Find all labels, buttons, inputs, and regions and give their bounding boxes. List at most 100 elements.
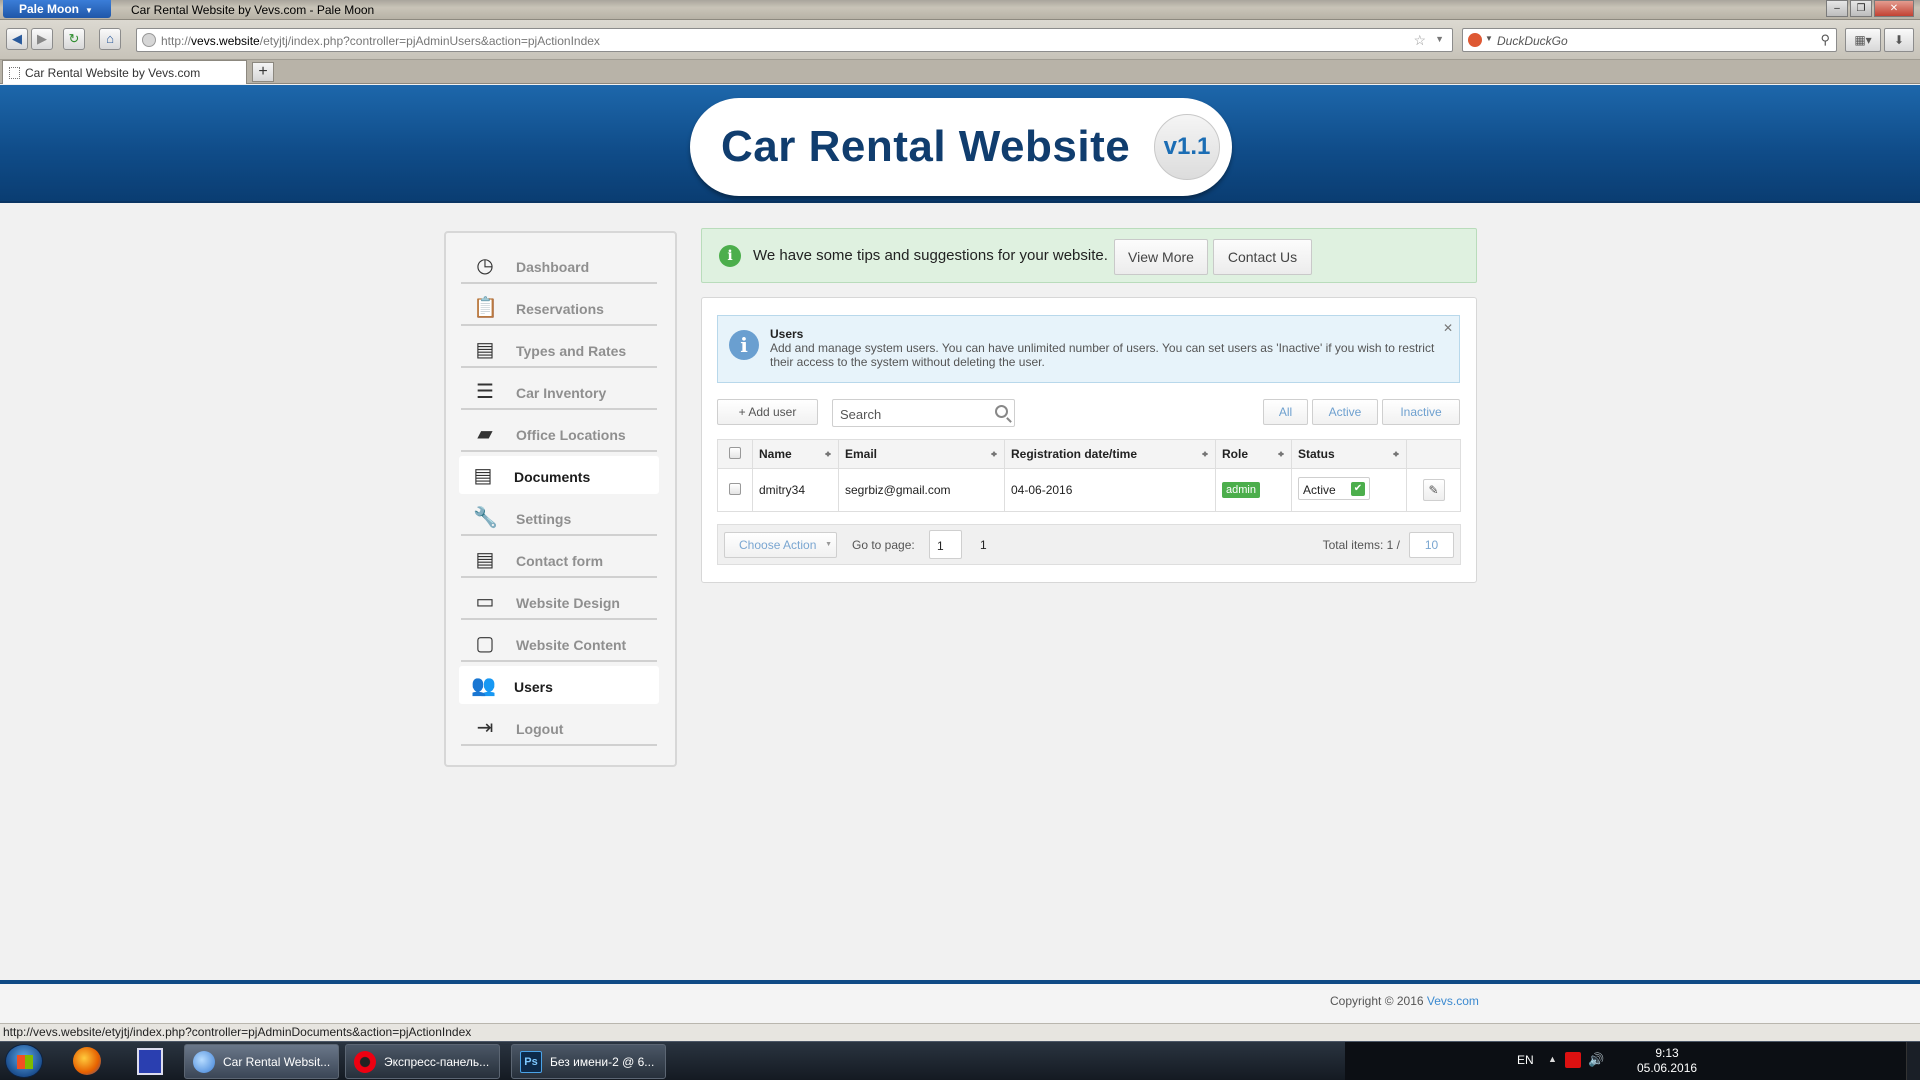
monitor-icon: ▭ (475, 591, 495, 613)
home-button[interactable]: ⌂ (99, 28, 121, 50)
floppy-pinned-icon[interactable] (126, 1044, 172, 1078)
url-text: http://vevs.website/etyjtj/index.php?con… (161, 34, 600, 48)
sort-icon[interactable] (1392, 448, 1400, 460)
vevs-link[interactable]: Vevs.com (1427, 994, 1479, 1008)
page-number-input[interactable]: 1 (929, 530, 962, 559)
search-bar[interactable]: ▼ DuckDuckGo ⚲ (1462, 28, 1837, 52)
language-indicator[interactable]: EN (1517, 1053, 1534, 1067)
table-row: dmitry34 segrbiz@gmail.com 04-06-2016 ad… (717, 468, 1461, 512)
sidebar-item-settings[interactable]: 🔧 Settings (461, 498, 657, 536)
folder-icon: ▰ (477, 423, 493, 445)
clock[interactable]: 9:13 05.06.2016 (1637, 1046, 1697, 1076)
sort-icon[interactable] (1201, 448, 1209, 460)
forward-button[interactable]: ▶ (31, 28, 53, 50)
search-icon[interactable] (995, 405, 1008, 418)
wrench-icon: 🔧 (473, 507, 498, 529)
tab-car-rental[interactable]: Car Rental Website by Vevs.com (2, 60, 247, 84)
close-icon[interactable]: ✕ (1443, 321, 1453, 335)
info-icon: i (719, 245, 741, 267)
taskbar-window-label: Экспресс-панель... (384, 1055, 490, 1069)
volume-icon[interactable]: 🔊 (1588, 1052, 1604, 1068)
url-history-dropdown[interactable]: ▼ (1435, 34, 1444, 44)
goto-page-label: Go to page: (852, 538, 915, 552)
table-pager: Choose Action ▼ Go to page: 1 1 Total ite… (717, 524, 1461, 565)
status-toggle[interactable]: Active ✔ (1298, 477, 1370, 500)
users-info-box: i Users Add and manage system users. You… (717, 315, 1460, 383)
sidebar-item-car-inventory[interactable]: ☰ Car Inventory (461, 372, 657, 410)
sidebar-item-label: Logout (516, 721, 564, 737)
show-hidden-icons[interactable]: ▲ (1548, 1054, 1557, 1064)
taskbar-window-opera[interactable]: Экспресс-панель... (345, 1044, 500, 1079)
info-text: Add and manage system users. You can hav… (770, 341, 1435, 369)
firefox-pinned-icon[interactable] (64, 1044, 110, 1078)
choose-action-dropdown[interactable]: Choose Action ▼ (724, 532, 837, 558)
filter-active-button[interactable]: Active (1312, 399, 1378, 425)
downloads-button[interactable]: ⬇ (1884, 28, 1914, 52)
taskbar-window-photoshop[interactable]: Ps Без имени-2 @ 6... (511, 1044, 666, 1079)
view-more-button[interactable]: View More (1114, 239, 1208, 275)
clock-time: 9:13 (1655, 1046, 1679, 1060)
close-window-button[interactable]: ✕ (1874, 0, 1914, 17)
pale-moon-icon (193, 1051, 215, 1073)
sidebar-item-label: Office Locations (516, 427, 626, 443)
start-button[interactable] (5, 1044, 43, 1078)
sidebar-item-types-and-rates[interactable]: ▤ Types and Rates (461, 330, 657, 368)
new-tab-button[interactable]: + (252, 62, 274, 82)
cell-actions: ✎ (1406, 468, 1461, 512)
site-logo[interactable]: Car Rental Website v1.1 (690, 98, 1232, 196)
app-menu-button[interactable]: Pale Moon ▼ (3, 0, 111, 18)
filter-inactive-button[interactable]: Inactive (1382, 399, 1460, 425)
back-button[interactable]: ◀ (6, 28, 28, 50)
per-page-select[interactable]: 10 (1409, 532, 1454, 558)
site-identity-icon[interactable] (142, 33, 156, 47)
sidebar-item-documents[interactable]: ▤ Documents (459, 456, 659, 494)
window-icon: ▢ (475, 633, 495, 655)
sidebar-item-dashboard[interactable]: ◷ Dashboard (461, 246, 657, 284)
minimize-button[interactable]: – (1826, 0, 1848, 17)
column-header-name[interactable]: Name (752, 439, 839, 469)
sort-icon[interactable] (1277, 448, 1285, 460)
filter-all-button[interactable]: All (1263, 399, 1308, 425)
sidebar-item-logout[interactable]: ⇥ Logout (461, 708, 657, 746)
taskbar-window-browser[interactable]: Car Rental Websit... (184, 1044, 339, 1079)
antivirus-tray-icon[interactable] (1565, 1052, 1581, 1068)
addons-button[interactable]: ▦▾ (1845, 28, 1881, 52)
column-header-role[interactable]: Role (1215, 439, 1292, 469)
sidebar-item-office-locations[interactable]: ▰ Office Locations (461, 414, 657, 452)
contact-us-button[interactable]: Contact Us (1213, 239, 1312, 275)
show-desktop-button[interactable] (1906, 1042, 1920, 1080)
users-panel: i Users Add and manage system users. You… (701, 297, 1477, 583)
page-link[interactable]: 1 (980, 538, 987, 552)
column-header-email[interactable]: Email (838, 439, 1005, 469)
photoshop-icon: Ps (520, 1051, 542, 1073)
chevron-down-icon: ▼ (825, 541, 832, 548)
sort-icon[interactable] (990, 448, 998, 460)
sidebar-item-website-content[interactable]: ▢ Website Content (461, 624, 657, 662)
bookmark-star-icon[interactable]: ☆ (1413, 32, 1426, 49)
windows-logo-icon (17, 1055, 33, 1069)
admin-sidebar-menu: ◷ Dashboard 📋 Reservations ▤ Types and Rates ☰… (444, 231, 677, 767)
sidebar-item-reservations[interactable]: 📋 Reservations (461, 288, 657, 326)
edit-pencil-icon[interactable]: ✎ (1422, 479, 1445, 501)
search-engine-icon[interactable] (1468, 33, 1482, 47)
sidebar-item-website-design[interactable]: ▭ Website Design (461, 582, 657, 620)
column-header-status[interactable]: Status (1291, 439, 1407, 469)
search-icon[interactable]: ⚲ (1820, 32, 1830, 48)
user-search-input[interactable]: Search (832, 399, 1015, 427)
sidebar-item-users[interactable]: 👥 Users (459, 666, 659, 704)
app-menu-label: Pale Moon (19, 2, 80, 16)
sidebar-item-contact-form[interactable]: ▤ Contact form (461, 540, 657, 578)
select-all-checkbox[interactable] (729, 446, 741, 459)
row-select-cell (717, 468, 753, 512)
row-checkbox[interactable] (729, 482, 741, 495)
add-user-button[interactable]: + Add user (717, 399, 818, 425)
clipboard-icon: 📋 (473, 297, 498, 319)
tips-message: We have some tips and suggestions for yo… (753, 247, 1108, 264)
maximize-button[interactable]: ❐ (1850, 0, 1872, 17)
taskbar-window-label: Без имени-2 @ 6... (550, 1055, 655, 1069)
status-label: Active (1303, 483, 1336, 497)
column-header-registration[interactable]: Registration date/time (1004, 439, 1216, 469)
sort-icon[interactable] (824, 448, 832, 460)
url-bar[interactable]: http://vevs.website/etyjtj/index.php?con… (136, 28, 1453, 52)
reload-button[interactable]: ↻ (63, 28, 85, 50)
